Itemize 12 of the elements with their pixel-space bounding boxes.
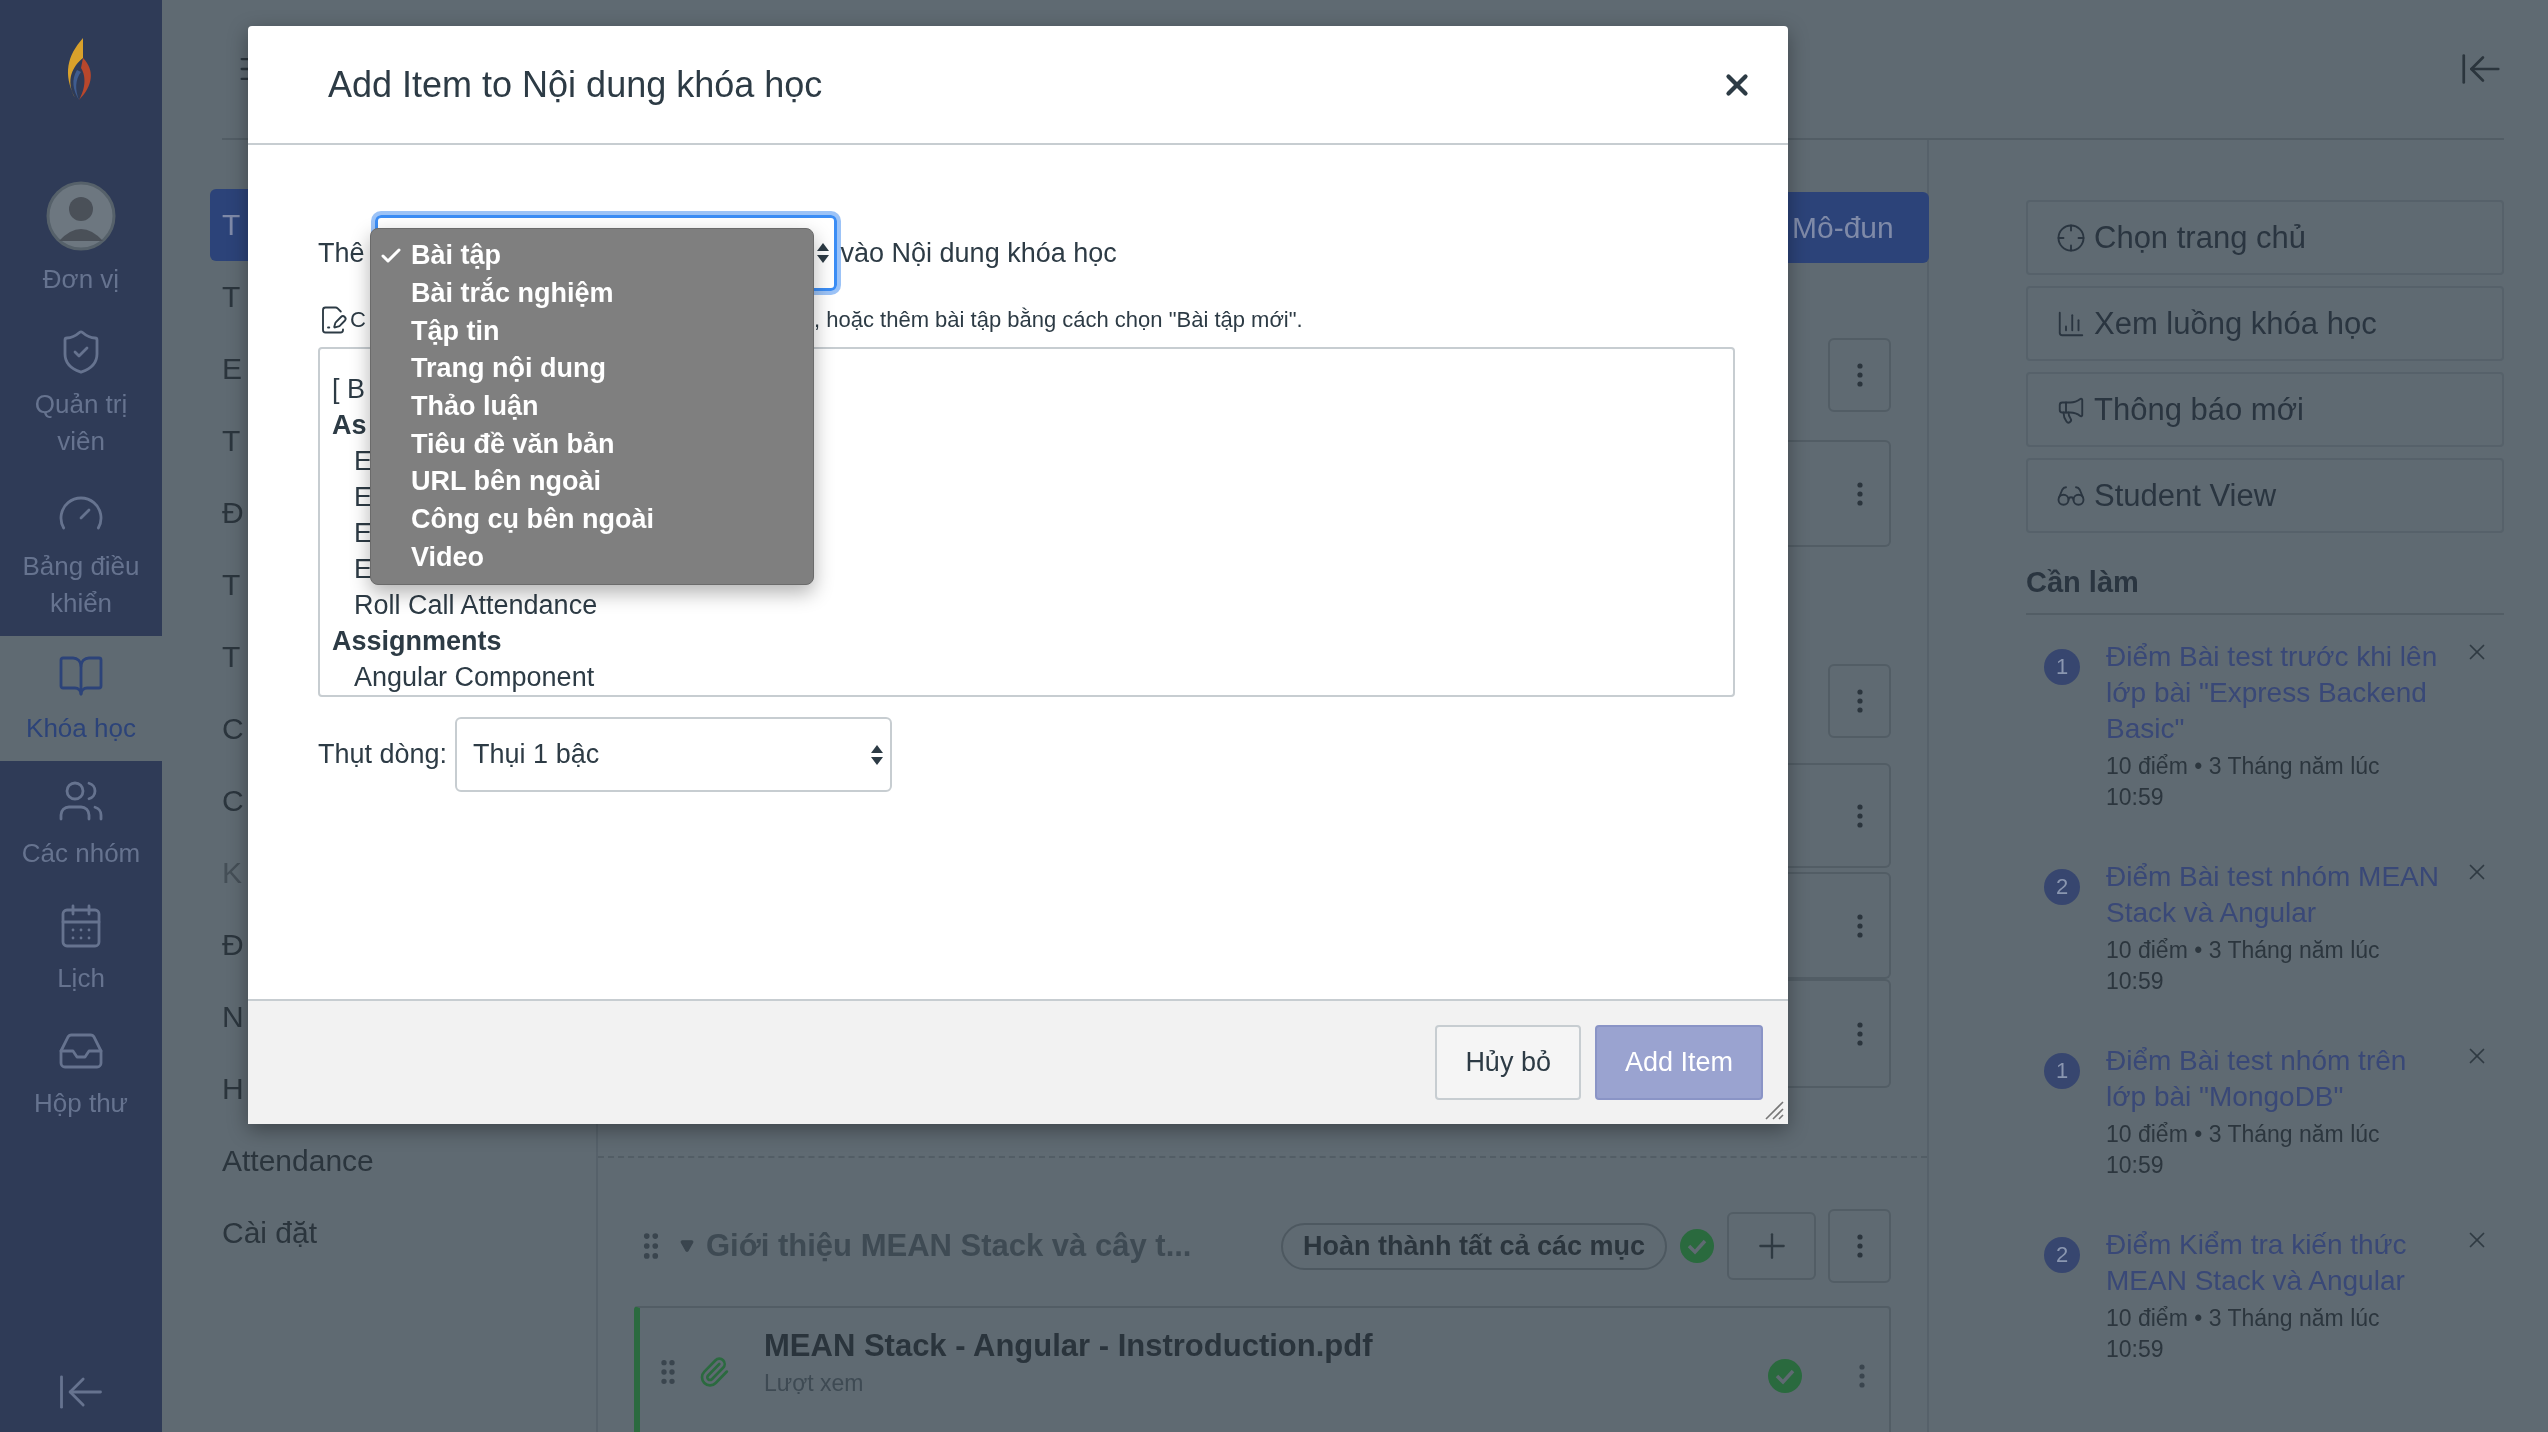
dialog-title: Add Item to Nội dung khóa học [328, 63, 823, 106]
hint-text: , hoặc thêm bài tập bằng cách chọn "Bài tập mới". [814, 307, 1303, 333]
count-badge: 2 [2044, 1237, 2080, 1273]
hint-text: C [350, 307, 366, 333]
list-group-label: As [332, 409, 367, 442]
count-badge: 2 [2044, 869, 2080, 905]
field-label: Thụt dòng: [318, 739, 448, 770]
field-label: vào Nội dung khóa học [840, 237, 1117, 269]
count-badge: 1 [2044, 1053, 2080, 1089]
field-label: Thê [318, 237, 365, 269]
list-group-label: Assignments [332, 625, 502, 658]
count-badge: 1 [2044, 649, 2080, 685]
